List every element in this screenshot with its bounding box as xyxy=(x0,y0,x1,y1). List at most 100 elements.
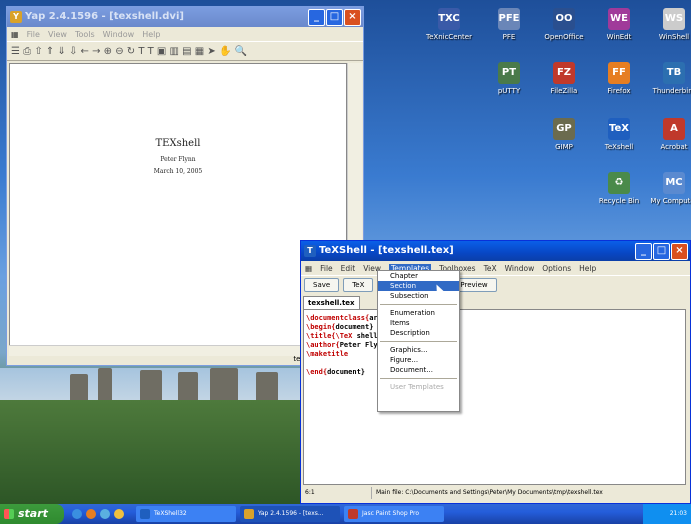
doc-title: TEXshell xyxy=(10,138,346,149)
wallpaper-grass xyxy=(0,400,300,504)
yap-menu-icon[interactable]: ▦ xyxy=(11,30,19,39)
minimize-button[interactable]: _ xyxy=(635,243,652,260)
texshell-title: TeXShell - [texshell.tex] xyxy=(319,245,454,256)
desktop-icon-texshell[interactable]: TeX TeXshell xyxy=(590,118,648,151)
desktop-icon-label: FileZilla xyxy=(550,87,578,95)
main-file-path: Main file: C:\Documents and Settings\Pet… xyxy=(376,489,603,496)
system-tray: 21:03 xyxy=(643,504,691,524)
quicklaunch-folder-icon[interactable] xyxy=(114,509,124,519)
yap-titlebar[interactable]: Y Yap 2.4.1596 - [texshell.dvi] _ □ × xyxy=(7,7,363,27)
texshell-window[interactable]: T TeXShell - [texshell.tex] _ □ × ▦ File… xyxy=(300,240,691,504)
menu-item-items[interactable]: Items xyxy=(378,318,459,328)
latex-argument: document} xyxy=(335,323,374,331)
start-button[interactable]: start xyxy=(0,504,64,524)
latex-command: \end{ xyxy=(306,368,328,376)
menu-help[interactable]: Help xyxy=(579,264,596,273)
desktop-icon-recycle-bin[interactable]: ♻ Recycle Bin xyxy=(590,172,648,205)
desktop-icon-label: WinEdt xyxy=(606,33,632,41)
quicklaunch-firefox-icon[interactable] xyxy=(86,509,96,519)
latex-command: \maketitle xyxy=(306,350,349,358)
tex-button[interactable]: TeX xyxy=(343,278,374,292)
doc-author: Peter Flynn xyxy=(160,156,196,163)
texshell-titlebar[interactable]: T TeXShell - [texshell.tex] _ □ × xyxy=(301,241,690,261)
menu-item-chapter[interactable]: Chapter xyxy=(378,271,459,281)
yap-menu-tools[interactable]: Tools xyxy=(75,30,95,39)
texshell-menu-icon[interactable]: ▦ xyxy=(305,264,312,273)
gimp-icon: GP xyxy=(553,118,575,140)
desktop-icon-label: TeXshell xyxy=(604,143,634,151)
desktop-icon-label: PFE xyxy=(502,33,516,41)
desktop-icon-filezilla[interactable]: FZ FileZilla xyxy=(535,62,593,95)
menu-tex[interactable]: TeX xyxy=(484,264,497,273)
quicklaunch-ie-icon[interactable] xyxy=(72,509,82,519)
texshell-task-icon xyxy=(140,509,150,519)
close-button[interactable]: × xyxy=(671,243,688,260)
desktop-icon-label: pUTTY xyxy=(497,87,521,95)
menu-item-document[interactable]: Document... xyxy=(378,365,459,375)
save-button[interactable]: Save xyxy=(304,278,340,292)
menu-file[interactable]: File xyxy=(320,264,333,273)
desktop-icon-pfe[interactable]: PFE PFE xyxy=(480,8,538,41)
filezilla-icon: FZ xyxy=(553,62,575,84)
menu-window[interactable]: Window xyxy=(505,264,535,273)
desktop-icon-my-computer[interactable]: MC My Computer xyxy=(645,172,691,205)
desktop-icon-thunderbird[interactable]: TB Thunderbird xyxy=(645,62,691,95)
psp-task-icon xyxy=(348,509,358,519)
cursor-position: 6:1 xyxy=(303,487,372,499)
editor-textarea[interactable]: \documentclass{article}\begin{document}\… xyxy=(303,309,686,485)
desktop-icon-texniccenter[interactable]: TXC TeXnicCenter xyxy=(420,8,478,41)
desktop-icon-label: My Computer xyxy=(650,197,691,205)
menu-item-figure[interactable]: Figure... xyxy=(378,355,459,365)
menu-item-enumeration[interactable]: Enumeration xyxy=(378,308,459,318)
yap-title: Yap 2.4.1596 - [texshell.dvi] xyxy=(25,11,184,22)
desktop-icon-openoffice[interactable]: OO OpenOffice xyxy=(535,8,593,41)
close-button[interactable]: × xyxy=(344,9,361,26)
file-tab[interactable]: texshell.tex xyxy=(303,296,360,310)
start-label: start xyxy=(18,507,48,520)
my-computer-icon: MC xyxy=(663,172,685,194)
desktop-icon-label: Thunderbird xyxy=(652,87,691,95)
task-texshell[interactable]: TeXShell32 xyxy=(136,506,236,522)
menu-options[interactable]: Options xyxy=(542,264,571,273)
desktop-icon-label: Acrobat xyxy=(660,143,688,151)
texshell-app-icon: T xyxy=(304,245,316,257)
yap-toolbar-icons[interactable]: ☰ ⎙ ⇧ ⇑ ⇓ ⇩ ← → ⊕ ⊖ ↻ T T ▣ ▥ ▤ ▦ ➤ ✋ 🔍 xyxy=(11,46,247,57)
yap-menu-view[interactable]: View xyxy=(48,30,67,39)
desktop-icon-gimp[interactable]: GP GIMP xyxy=(535,118,593,151)
minimize-button[interactable]: _ xyxy=(308,9,325,26)
editor-line: \begin{document} xyxy=(306,323,683,332)
menu-item-section[interactable]: Section xyxy=(378,281,459,291)
menu-item-user-templates[interactable]: User Templates xyxy=(378,382,459,392)
desktop-icon-winshell[interactable]: WS WinShell xyxy=(645,8,691,41)
yap-menubar: ▦ File View Tools Window Help xyxy=(7,27,363,41)
menu-separator xyxy=(380,304,457,305)
yap-toolbar[interactable]: ☰ ⎙ ⇧ ⇑ ⇓ ⇩ ← → ⊕ ⊖ ↻ T T ▣ ▥ ▤ ▦ ➤ ✋ 🔍 xyxy=(7,41,363,61)
clock[interactable]: 21:03 xyxy=(670,510,687,517)
desktop-icon-label: Recycle Bin xyxy=(598,197,640,205)
menu-item-description[interactable]: Description xyxy=(378,328,459,338)
yap-menu-help[interactable]: Help xyxy=(142,30,160,39)
menu-separator xyxy=(380,378,457,379)
doc-date: March 10, 2005 xyxy=(153,168,203,175)
desktop-icon-winedt[interactable]: WE WinEdt xyxy=(590,8,648,41)
quicklaunch-media-icon[interactable] xyxy=(100,509,110,519)
task-psp[interactable]: Jasc Paint Shop Pro xyxy=(344,506,444,522)
winshell-icon: WS xyxy=(663,8,685,30)
latex-command: \begin{ xyxy=(306,323,336,331)
menu-edit[interactable]: Edit xyxy=(341,264,356,273)
yap-menu-file[interactable]: File xyxy=(27,30,40,39)
editor-line: \title{\TeX shell} xyxy=(306,332,683,341)
desktop-icon-acrobat[interactable]: A Acrobat xyxy=(645,118,691,151)
task-texshell-label: TeXShell32 xyxy=(154,510,187,517)
acrobat-icon: A xyxy=(663,118,685,140)
maximize-button[interactable]: □ xyxy=(326,9,343,26)
menu-item-graphics[interactable]: Graphics... xyxy=(378,345,459,355)
yap-menu-window[interactable]: Window xyxy=(103,30,135,39)
desktop-icon-firefox[interactable]: FF Firefox xyxy=(590,62,648,95)
desktop-icon-putty[interactable]: PT pUTTY xyxy=(480,62,538,95)
menu-item-subsection[interactable]: Subsection xyxy=(378,291,459,301)
maximize-button[interactable]: □ xyxy=(653,243,670,260)
task-yap[interactable]: Yap 2.4.1596 - [texs... xyxy=(240,506,340,522)
desktop-icon-label: TeXnicCenter xyxy=(426,33,472,41)
